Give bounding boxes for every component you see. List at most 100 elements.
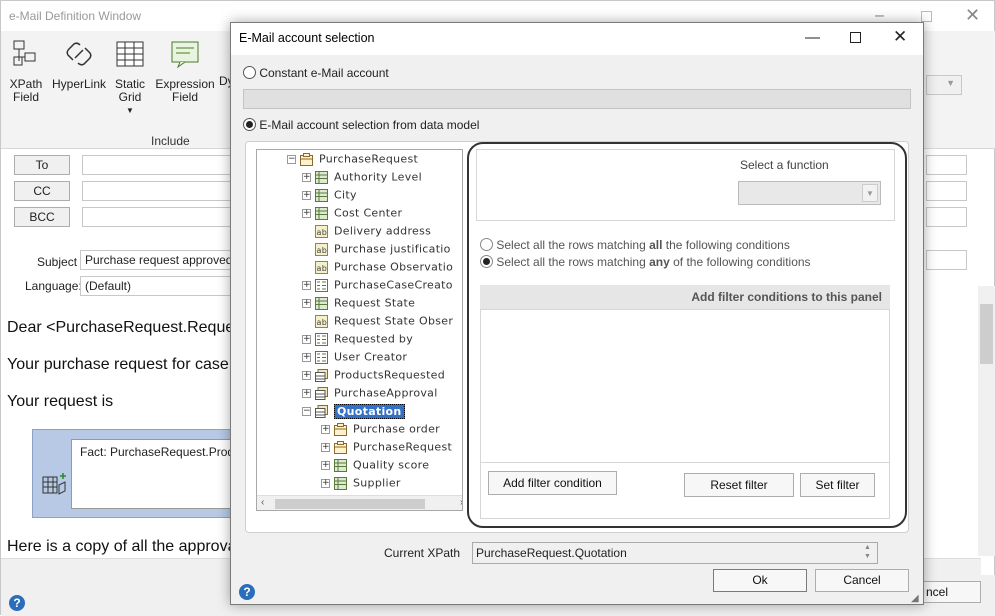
match-any-text: Select all the rows matching any of the … (496, 254, 811, 269)
data-model-tree[interactable]: − PurchaseRequest + Authority Level + City + Co… (256, 149, 463, 511)
static-grid-button[interactable]: Static Grid ▼ (111, 39, 149, 117)
svg-text:ab: ab (317, 228, 328, 237)
tree-item[interactable]: − Quotation (302, 403, 405, 422)
list-icon (315, 350, 334, 364)
chevron-down-icon: ▼ (862, 184, 878, 202)
tree-item-label: User Creator (334, 350, 408, 364)
fact-text: Fact: PurchaseRequest.Produc (71, 439, 241, 509)
subject-field[interactable]: Purchase request approved (80, 250, 232, 270)
constant-email-field (243, 89, 911, 109)
cc-button[interactable]: CC (14, 181, 70, 201)
expand-icon[interactable]: + (321, 478, 330, 488)
match-any-option[interactable]: Select all the rows matching any of the … (480, 254, 811, 269)
expression-field-button[interactable]: Expression Field (155, 39, 215, 104)
match-any-radio[interactable] (480, 255, 493, 269)
minimize-icon[interactable]: — (805, 29, 820, 46)
tree-item[interactable]: ab Request State Obser (302, 314, 453, 332)
expand-icon[interactable]: + (321, 460, 330, 470)
tree-item[interactable]: + PurchaseCaseCreato (302, 278, 453, 296)
hyperlink-button[interactable]: HyperLink (51, 39, 107, 91)
subject-field-end[interactable] (926, 250, 967, 270)
tree-item-label: Authority Level (334, 170, 422, 184)
static-grid-label: Static Grid (114, 77, 145, 104)
close-icon[interactable]: ✕ (965, 5, 980, 26)
tree-item[interactable]: + ProductsRequested (302, 368, 445, 386)
ok-button[interactable]: Ok (713, 569, 807, 592)
function-select[interactable]: ▼ (738, 181, 881, 205)
expand-icon[interactable]: + (302, 208, 311, 218)
scroll-left-icon[interactable]: ‹ (261, 497, 264, 508)
collapse-icon[interactable]: − (287, 154, 296, 164)
help-icon[interactable]: ? (239, 584, 255, 600)
expand-icon[interactable]: + (302, 190, 311, 200)
expand-icon[interactable]: + (302, 172, 311, 182)
language-select[interactable]: (Default) (80, 276, 232, 296)
bcc-field[interactable] (82, 207, 232, 227)
hyperlink-icon (66, 42, 92, 66)
model-email-option[interactable]: E-Mail account selection from data model (243, 117, 479, 132)
tree-item-label: Cost Center (334, 206, 403, 220)
conditions-list[interactable] (480, 309, 890, 463)
tree-item[interactable]: − PurchaseRequest (287, 152, 418, 170)
bcc-button[interactable]: BCC (14, 207, 70, 227)
tree-item[interactable]: + Cost Center (302, 206, 402, 224)
tree-item[interactable]: + Supplier (321, 476, 401, 494)
close-icon[interactable]: ✕ (893, 27, 907, 47)
constant-email-radio[interactable] (243, 66, 256, 80)
collection-icon (315, 386, 334, 400)
bcc-field-end[interactable] (926, 207, 967, 227)
current-xpath-field[interactable]: PurchaseRequest.Quotation (472, 542, 878, 564)
tree-item[interactable]: + Request State (302, 296, 415, 314)
expand-icon[interactable]: + (302, 334, 311, 344)
tree-item[interactable]: + Purchase order (321, 422, 440, 440)
editor-vertical-scrollbar[interactable] (978, 286, 995, 556)
set-filter-button[interactable]: Set filter (800, 473, 875, 497)
maximize-icon[interactable] (921, 11, 932, 22)
tree-horizontal-scrollbar[interactable]: ‹ › (257, 495, 462, 510)
xpath-field-button[interactable]: XPath Field (7, 39, 45, 104)
maximize-icon[interactable] (850, 32, 861, 43)
xpath-spin-icon[interactable]: ▲ ▼ (864, 543, 871, 561)
cc-field[interactable] (82, 181, 232, 201)
expand-icon[interactable]: + (302, 298, 311, 308)
tree-item[interactable]: + Requested by (302, 332, 413, 350)
model-email-label: E-Mail account selection from data model (259, 117, 480, 132)
tree-item[interactable]: ab Delivery address (302, 224, 431, 242)
expand-icon[interactable]: + (302, 370, 311, 380)
constant-email-option[interactable]: Constant e-Mail account (243, 65, 389, 80)
to-button[interactable]: To (14, 155, 70, 175)
match-all-radio[interactable] (480, 238, 493, 252)
match-all-option[interactable]: Select all the rows matching all the fol… (480, 237, 790, 252)
tree-item[interactable]: + PurchaseRequest (321, 440, 452, 458)
tree-hscroll-thumb[interactable] (275, 499, 425, 509)
hyperlink-label: HyperLink (51, 77, 107, 91)
cancel-button[interactable]: Cancel (815, 569, 909, 592)
expand-icon[interactable]: + (321, 442, 330, 452)
tree-item[interactable]: ab Purchase Observatio (302, 260, 453, 278)
expand-icon[interactable]: + (321, 424, 330, 434)
to-field-end[interactable] (926, 155, 967, 175)
tree-item-label: Delivery address (334, 224, 432, 238)
cc-field-end[interactable] (926, 181, 967, 201)
collapse-icon[interactable]: − (302, 406, 311, 416)
expand-icon[interactable]: + (302, 388, 311, 398)
expand-icon[interactable]: + (302, 352, 311, 362)
tree-item[interactable]: + Authority Level (302, 170, 422, 188)
tree-item[interactable]: + City (302, 188, 357, 206)
reset-filter-button[interactable]: Reset filter (684, 473, 794, 497)
to-field[interactable] (82, 155, 232, 175)
top-right-select[interactable]: ▼ (926, 75, 962, 95)
text-field-icon: ab (315, 224, 334, 238)
model-email-radio[interactable] (243, 118, 256, 132)
subject-label: Subject (37, 255, 78, 269)
scroll-right-icon[interactable]: › (460, 497, 462, 508)
help-icon[interactable]: ? (9, 595, 25, 611)
window-title: e-Mail Definition Window (9, 9, 142, 23)
tree-item[interactable]: + Quality score (321, 458, 429, 476)
expand-icon[interactable]: + (302, 280, 311, 290)
tree-item[interactable]: + User Creator (302, 350, 407, 368)
resize-grip-icon[interactable]: ◢ (911, 593, 919, 604)
tree-item[interactable]: + PurchaseApproval (302, 386, 438, 404)
add-filter-condition-button[interactable]: Add filter condition (488, 471, 617, 495)
tree-item[interactable]: ab Purchase justificatio (302, 242, 451, 260)
